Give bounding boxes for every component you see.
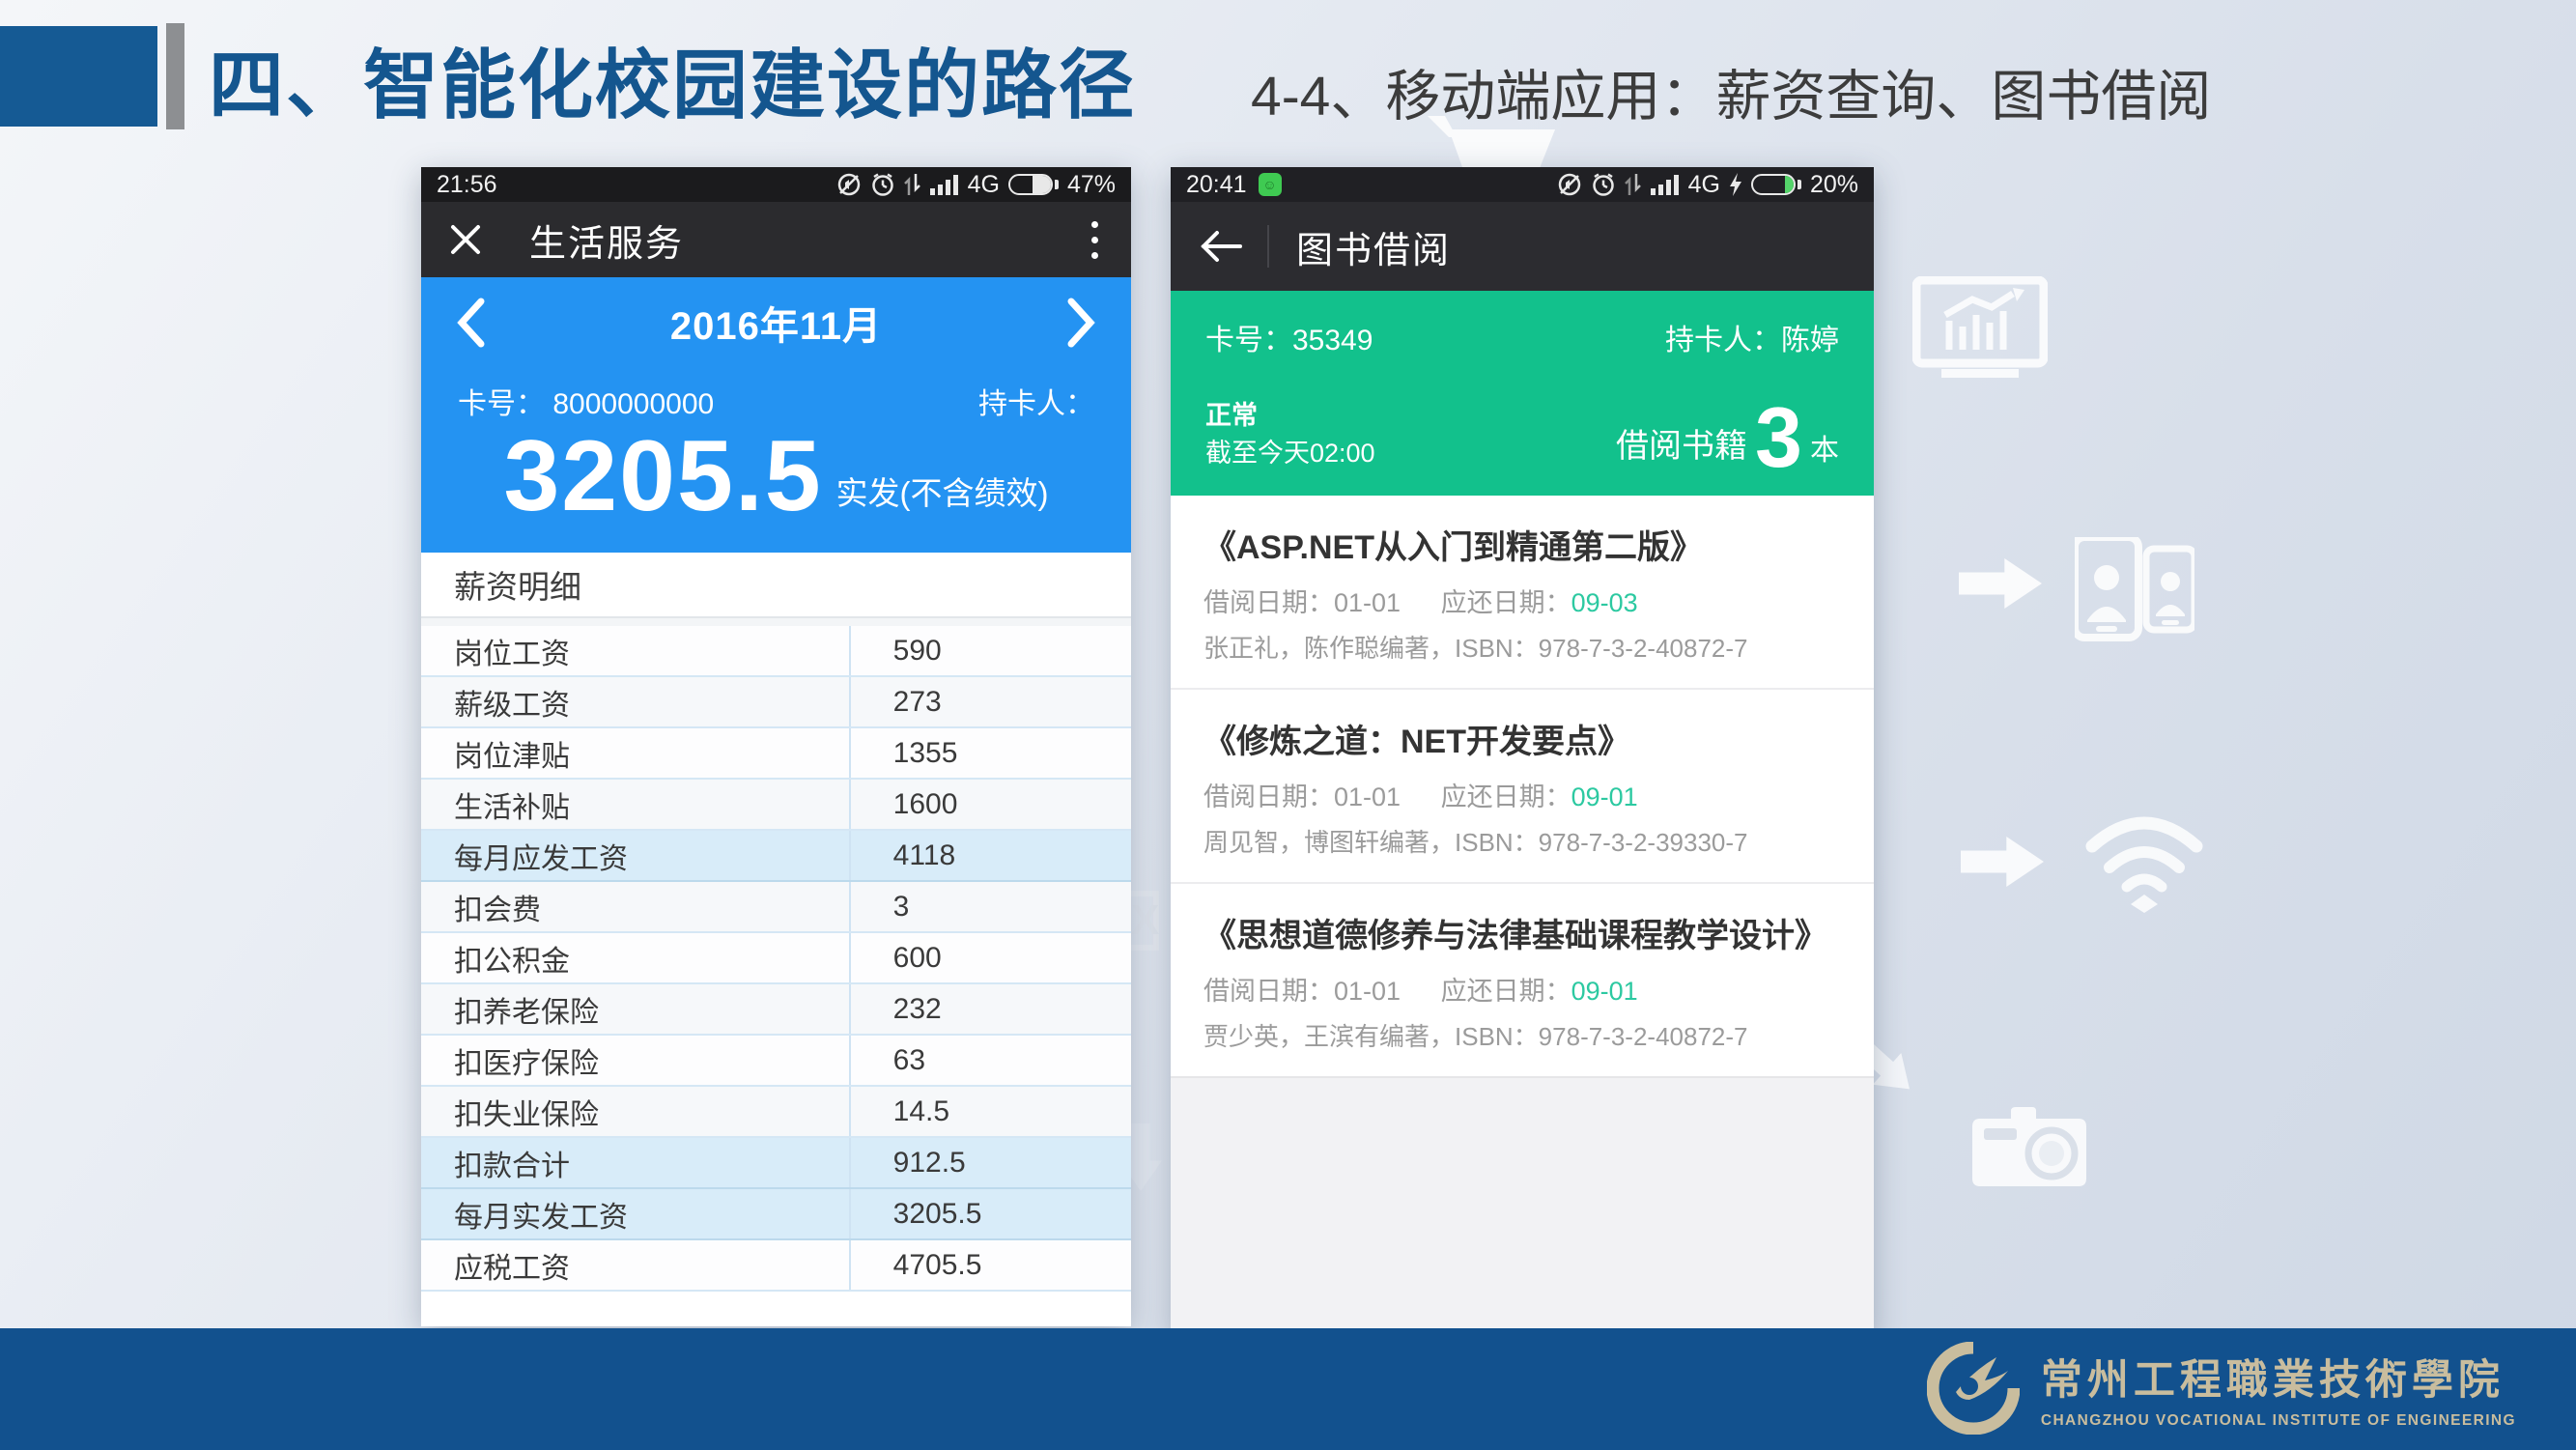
- table-row: 岗位工资590: [421, 626, 1131, 677]
- more-menu-icon[interactable]: [1086, 215, 1104, 265]
- school-logo: 常州工程職業技術學院 CHANGZHOU VOCATIONAL INSTITUT…: [1927, 1342, 2516, 1435]
- card-holder-label: 持卡人：: [978, 380, 1094, 422]
- book-dates: 借阅日期：01-01 应还日期：09-01: [1203, 776, 1841, 813]
- alarm-icon: [1591, 172, 1616, 197]
- net-salary-amount: 3205.5: [503, 424, 822, 529]
- arrow-right-icon: [1959, 558, 2042, 609]
- list-item[interactable]: 《ASP.NET从入门到精通第二版》 借阅日期：01-01 应还日期：09-03…: [1171, 496, 1874, 690]
- network-text: 4G: [968, 171, 1000, 199]
- app-title: 生活服务: [529, 213, 684, 267]
- page-subtitle: 4-4、移动端应用：薪资查询、图书借阅: [1251, 52, 2211, 131]
- battery-icon: [1008, 174, 1059, 195]
- page-title: 四、智能化校园建设的路径: [209, 25, 1136, 133]
- status-bar: 21:56: [421, 167, 1131, 202]
- book-title: 《ASP.NET从入门到精通第二版》: [1203, 521, 1841, 568]
- month-label: 2016年11月: [487, 295, 1065, 351]
- footer-band: 常州工程職業技術學院 CHANGZHOU VOCATIONAL INSTITUT…: [0, 1328, 2576, 1450]
- wifi-icon: [2079, 813, 2210, 914]
- salary-table: 岗位工资590 薪级工资273 岗位津贴1355 生活补贴1600 每月应发工资…: [421, 626, 1131, 1292]
- school-name-en: CHANGZHOU VOCATIONAL INSTITUTE OF ENGINE…: [2041, 1412, 2516, 1430]
- borrow-count: 借阅书籍 3 本: [1616, 395, 1839, 480]
- notification-app-icon: ☺: [1259, 173, 1282, 196]
- arrow-right-icon: [1961, 837, 2044, 887]
- signal-icon: [1651, 173, 1680, 196]
- table-row-subtotal: 每月应发工资4118: [421, 831, 1131, 882]
- list-item[interactable]: 《修炼之道：NET开发要点》 借阅日期：01-01 应还日期：09-01 周见智…: [1171, 690, 1874, 884]
- title-accent-bar: [166, 23, 184, 129]
- close-icon[interactable]: [448, 222, 483, 257]
- book-dates: 借阅日期：01-01 应还日期：09-01: [1203, 970, 1841, 1008]
- table-row: 生活补贴1600: [421, 780, 1131, 831]
- status-bar: 20:41 ☺: [1171, 167, 1874, 202]
- app-title: 图书借阅: [1296, 220, 1451, 273]
- book-dates: 借阅日期：01-01 应还日期：09-03: [1203, 582, 1841, 619]
- library-card-panel: 卡号：35349 持卡人：陈婷 正常 截至今天02:00 借阅书籍 3 本: [1171, 291, 1874, 496]
- battery-icon: [1751, 174, 1801, 195]
- vibrate-icon: [1625, 172, 1642, 197]
- battery-percent: 47%: [1067, 171, 1116, 199]
- mute-icon: [836, 172, 862, 197]
- network-text: 4G: [1688, 171, 1720, 199]
- clock-text: 20:41: [1186, 171, 1247, 199]
- charging-bolt-icon: [1729, 173, 1742, 196]
- mobile-users-icon: [2075, 537, 2194, 643]
- mute-icon: [1557, 172, 1582, 197]
- app-header: 生活服务: [421, 202, 1131, 277]
- table-row: 岗位津贴1355: [421, 728, 1131, 780]
- table-row-subtotal: 扣款合计912.5: [421, 1138, 1131, 1189]
- clock-text: 21:56: [437, 171, 497, 199]
- book-authors: 贾少英，王滨有编著，ISBN：978-7-3-2-40872-7: [1203, 1017, 1841, 1053]
- card-holder: 持卡人：陈婷: [1665, 316, 1839, 358]
- card-status: 正常 截至今天02:00: [1205, 397, 1375, 472]
- salary-app-screenshot: 21:56: [421, 167, 1131, 1326]
- vibrate-icon: [904, 172, 921, 197]
- school-name-cn: 常州工程職業技術學院: [2041, 1347, 2516, 1407]
- school-emblem-icon: [1927, 1342, 2020, 1435]
- table-row: 扣公积金600: [421, 933, 1131, 984]
- title-accent-rect: [0, 26, 157, 127]
- battery-percent: 20%: [1810, 171, 1858, 199]
- next-month-icon[interactable]: [1065, 298, 1098, 348]
- alarm-icon: [870, 172, 895, 197]
- net-salary-caption: 实发(不含绩效): [836, 468, 1049, 514]
- book-authors: 张正礼，陈作聪编著，ISBN：978-7-3-2-40872-7: [1203, 629, 1841, 665]
- borrowed-books-list: 《ASP.NET从入门到精通第二版》 借阅日期：01-01 应还日期：09-03…: [1171, 496, 1874, 1078]
- table-row: 扣养老保险232: [421, 984, 1131, 1036]
- camera-icon: [1972, 1105, 2086, 1186]
- table-row: 薪级工资273: [421, 677, 1131, 728]
- table-row: 扣会费3: [421, 882, 1131, 933]
- library-app-screenshot: 20:41 ☺: [1171, 167, 1874, 1338]
- signal-icon: [930, 173, 959, 196]
- list-item[interactable]: 《思想道德修养与法律基础课程教学设计》 借阅日期：01-01 应还日期：09-0…: [1171, 884, 1874, 1078]
- monitor-chart-icon: [1912, 276, 2048, 384]
- table-gap: [421, 618, 1131, 626]
- salary-detail-heading: 薪资明细: [421, 553, 1131, 618]
- card-number: 卡号：35349: [1205, 316, 1373, 358]
- slide: 四、智能化校园建设的路径 4-4、移动端应用：薪资查询、图书借阅: [0, 0, 2576, 1450]
- salary-summary-panel: 2016年11月 卡号： 8000000000 持卡人： 3205.5 实发(不…: [421, 277, 1131, 553]
- table-row: 扣失业保险14.5: [421, 1087, 1131, 1138]
- prev-month-icon[interactable]: [454, 298, 487, 348]
- list-empty-area: [1171, 1078, 1874, 1338]
- table-row: 应税工资4705.5: [421, 1240, 1131, 1292]
- app-header: 图书借阅: [1171, 202, 1874, 291]
- table-row-subtotal: 每月实发工资3205.5: [421, 1189, 1131, 1240]
- book-authors: 周见智，博图轩编著，ISBN：978-7-3-2-39330-7: [1203, 823, 1841, 859]
- table-row: 扣医疗保险63: [421, 1036, 1131, 1087]
- book-title: 《思想道德修养与法律基础课程教学设计》: [1203, 909, 1841, 956]
- back-icon[interactable]: [1200, 228, 1242, 265]
- borrow-count-number: 3: [1755, 395, 1802, 480]
- card-number: 卡号： 8000000000: [458, 380, 714, 422]
- book-title: 《修炼之道：NET开发要点》: [1203, 715, 1841, 762]
